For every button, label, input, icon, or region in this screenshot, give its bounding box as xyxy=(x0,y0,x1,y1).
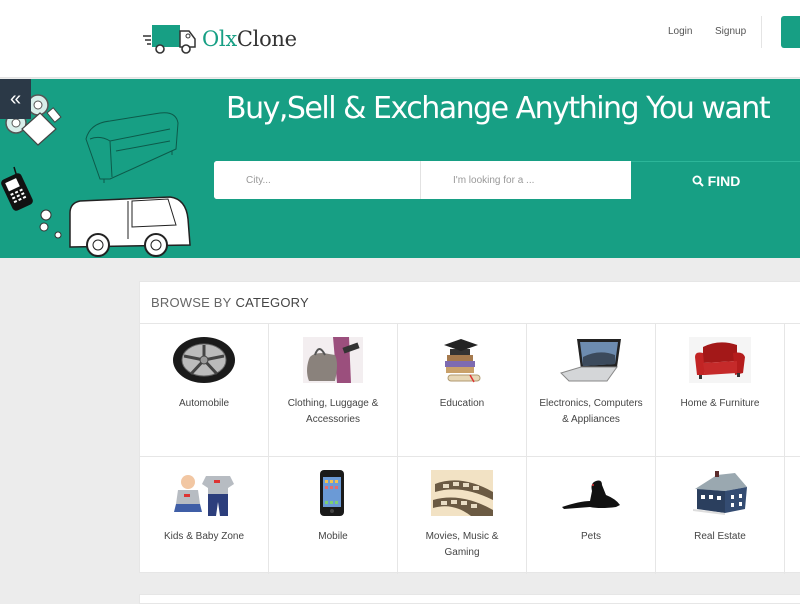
category-label: Real Estate xyxy=(694,531,746,542)
category-label: Kids & Baby Zone xyxy=(163,531,245,542)
category-clothing[interactable]: Clothing, Luggage & Accessories xyxy=(269,324,398,457)
category-education[interactable]: Education xyxy=(398,324,527,457)
search-icon xyxy=(692,175,704,187)
panel-heading: BROWSE BY CATEGORY xyxy=(140,282,800,324)
category-label: Pets xyxy=(580,531,601,542)
laptop-icon xyxy=(559,336,623,384)
hero-headline: Buy,Sell & Exchange Anything You want xyxy=(226,91,771,126)
cellphone-icon xyxy=(1,166,33,211)
category-label: Movies, Music & Gaming xyxy=(425,531,499,558)
heading-main: CATEGORY xyxy=(235,295,309,310)
logo-text-secondary: Clone xyxy=(236,27,297,51)
search-query-input[interactable] xyxy=(421,161,631,199)
dog-icon xyxy=(559,469,623,517)
category-label: Mobile xyxy=(318,531,348,542)
category-label: Electronics, Computers & Appliances xyxy=(539,398,643,425)
category-movies-music[interactable]: Movies, Music & Gaming xyxy=(398,457,527,574)
sofa-icon xyxy=(85,112,179,183)
search-bar: FIND xyxy=(214,161,800,199)
nav-divider xyxy=(761,16,762,48)
category-label: Automobile xyxy=(178,398,230,409)
find-label: FIND xyxy=(707,172,741,189)
baby-clothes-icon xyxy=(172,469,236,517)
category-partial[interactable] xyxy=(785,324,800,457)
category-label: Home & Furniture xyxy=(680,398,760,409)
city-input[interactable] xyxy=(214,161,421,199)
double-chevron-left-icon: « xyxy=(9,87,22,110)
category-automobile[interactable]: Automobile xyxy=(140,324,269,457)
van-icon xyxy=(39,196,191,257)
category-label: Clothing, Luggage & Accessories xyxy=(287,398,379,425)
top-header: OlxClone Login Signup xyxy=(0,0,800,78)
category-home-furniture[interactable]: Home & Furniture xyxy=(656,324,785,457)
post-ad-button[interactable] xyxy=(781,16,800,48)
logo-text-primary: Olx xyxy=(202,27,237,51)
category-grid: Automobile Clothing, Luggage & Accessori… xyxy=(140,324,800,574)
next-panel-edge xyxy=(139,594,800,604)
truck-icon xyxy=(143,25,196,54)
house-icon xyxy=(688,469,752,517)
film-reel-icon xyxy=(430,469,494,517)
handbag-icon xyxy=(301,336,365,384)
books-graduation-cap-icon xyxy=(430,336,494,384)
browse-category-panel: BROWSE BY CATEGORY Automobile Clothing, … xyxy=(139,281,800,574)
hero-banner: « Buy,Sell & Exchange Anything You want … xyxy=(0,79,800,258)
category-mobile[interactable]: Mobile xyxy=(269,457,398,574)
category-electronics[interactable]: Electronics, Computers & Appliances xyxy=(527,324,656,457)
armchair-icon xyxy=(688,336,752,384)
site-logo[interactable]: OlxClone xyxy=(142,22,297,56)
category-pets[interactable]: Pets xyxy=(527,457,656,574)
smartphone-icon xyxy=(301,469,365,517)
login-link[interactable]: Login xyxy=(668,26,692,37)
category-partial[interactable] xyxy=(785,457,800,574)
category-real-estate[interactable]: Real Estate xyxy=(656,457,785,574)
logo-text: OlxClone xyxy=(202,27,297,51)
category-label: Education xyxy=(439,398,485,409)
category-kids-baby[interactable]: Kids & Baby Zone xyxy=(140,457,269,574)
collapse-sidebar-button[interactable]: « xyxy=(0,79,31,119)
wheel-icon xyxy=(172,336,236,384)
find-button[interactable]: FIND xyxy=(631,161,800,199)
signup-link[interactable]: Signup xyxy=(715,26,746,37)
heading-prefix: BROWSE BY xyxy=(151,295,232,310)
